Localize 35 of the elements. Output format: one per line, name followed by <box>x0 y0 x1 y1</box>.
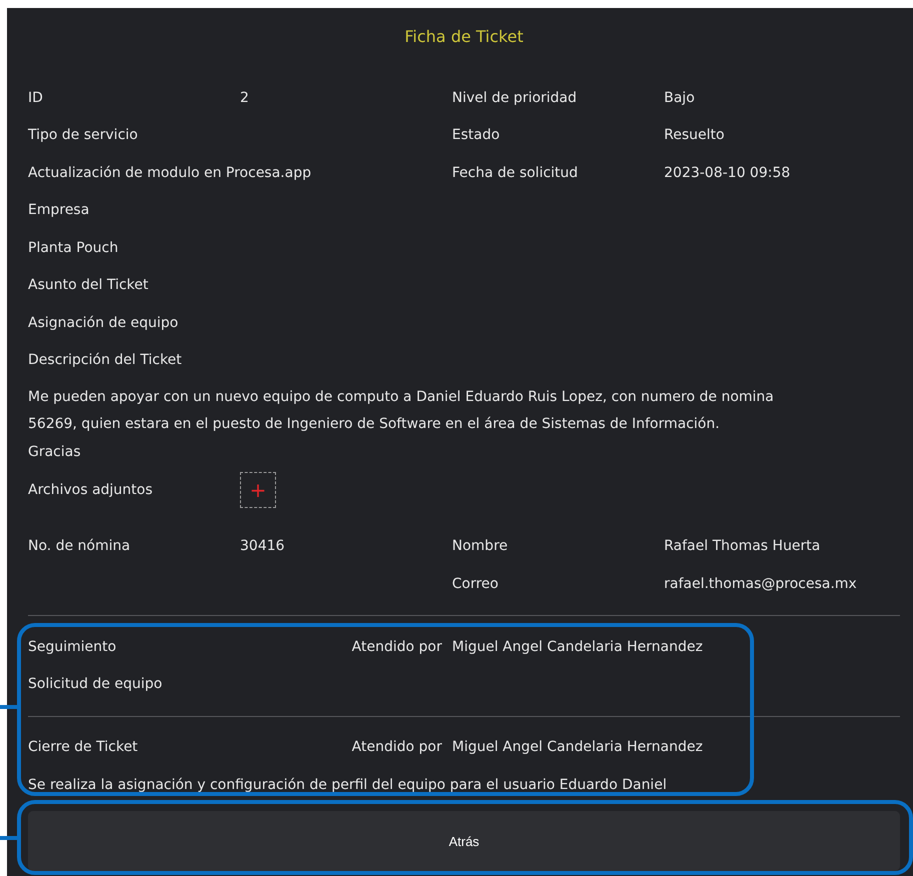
followup-text: Se realiza la asignación y configuración de perfil del equipo para el usuario Eduardo Daniel <box>28 776 667 795</box>
field-label: Correo <box>452 574 500 594</box>
field-value: Bajo <box>664 88 696 108</box>
field-label: Asunto del Ticket <box>28 276 148 296</box>
field-label: Nombre <box>452 537 509 556</box>
field-value: Resuelto <box>664 126 726 146</box>
field-label: Tipo de servicio <box>28 126 139 146</box>
followup-title: Cierre de Ticket <box>28 738 138 758</box>
field-label: Fecha de solicitud <box>452 164 579 183</box>
field-label: Descripción del Ticket <box>28 351 182 370</box>
attended-label: Atendido por <box>352 638 442 657</box>
description-text: Me pueden apoyar con un nuevo equipo de computo a Daniel Eduardo Ruis Lopez, con numero de nomina <box>28 388 775 406</box>
field-value: 2 <box>240 88 250 108</box>
field-label: No. de nómina <box>28 537 132 556</box>
followup-title: Seguimiento <box>28 638 116 657</box>
field-label: Nivel de prioridad <box>452 88 578 108</box>
description-text: 56269, quien estara en el puesto de Ingeniero de Software en el área de Sistemas de Información. <box>28 415 721 434</box>
field-value: Rafael Thomas Huerta <box>664 537 822 556</box>
field-label: Estado <box>452 126 501 146</box>
field-label: ID <box>28 88 44 108</box>
field-label: Planta Pouch <box>28 238 118 258</box>
field-value: 2023-08-10 09:58 <box>664 164 792 183</box>
description-text: Gracias <box>28 442 82 462</box>
attachments-label: Archivos adjuntos <box>28 482 154 498</box>
field-value: 30416 <box>240 537 286 556</box>
followup-text: Solicitud de equipo <box>28 675 162 694</box>
page-title: Ficha de Ticket <box>404 27 524 47</box>
attended-label: Atendido por <box>352 738 442 758</box>
field-value: rafael.thomas@procesa.mx <box>664 574 858 594</box>
attendant-name: Miguel Angel Candelaria Hernandez <box>452 738 703 758</box>
attendant-name: Miguel Angel Candelaria Hernandez <box>452 638 703 657</box>
field-label: Empresa <box>28 201 90 220</box>
back-button[interactable]: Atrás <box>28 811 900 871</box>
field-label: Actualización de modulo en Procesa.app <box>28 164 312 183</box>
field-label: Asignación de equipo <box>28 314 178 333</box>
